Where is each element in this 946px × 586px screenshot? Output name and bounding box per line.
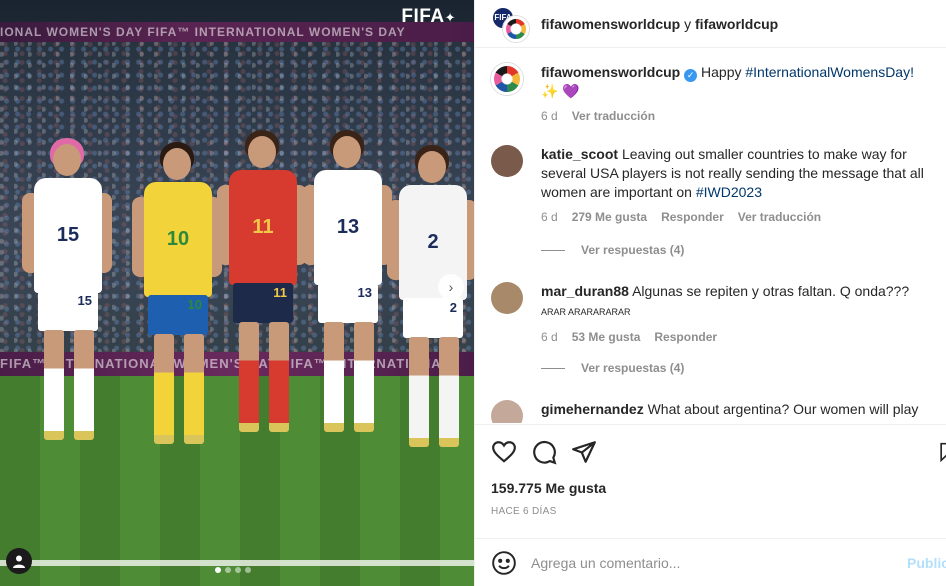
comment-username[interactable]: gimehernandez (541, 401, 644, 417)
tagged-users-button[interactable] (6, 548, 32, 574)
translate-link[interactable]: Ver traducción (738, 210, 821, 224)
reply-button[interactable]: Responder (654, 330, 717, 344)
account-link-2[interactable]: fifaworldcup (695, 16, 778, 32)
comment-likes[interactable]: 279 Me gusta (572, 210, 647, 224)
caption-emojis: ✨ 💜 (541, 83, 580, 99)
comment-input[interactable] (531, 554, 891, 571)
jersey-number: 15 (34, 178, 102, 293)
banner-bottom: FIFA™ INTERNATIONAL WOMEN'S DAY FIFA™ IN… (0, 352, 474, 376)
caption-prefix: Happy (701, 64, 742, 80)
jersey-number: 10 (144, 182, 212, 297)
caption-username[interactable]: fifawomensworldcup (541, 64, 680, 80)
wwc-avatar (503, 15, 529, 42)
publish-button[interactable]: Publicar (907, 555, 946, 571)
comment-username[interactable]: katie_scoot (541, 146, 618, 162)
replies-divider (541, 249, 565, 251)
account-link-1[interactable]: fifawomensworldcup (541, 16, 680, 32)
user-icon (13, 555, 25, 568)
post-header: FIFA fifawomensworldcup y fifaworldcup (475, 0, 946, 48)
jersey-number: 11 (229, 170, 297, 285)
collab-avatars[interactable]: FIFA (491, 5, 529, 42)
fifa-logo: FIFA✦ (401, 6, 456, 27)
comment-icon[interactable] (531, 439, 557, 465)
comment-meta: 6 d 279 Me gusta Responder Ver traducció… (541, 210, 931, 224)
view-replies-label: Ver respuestas (4) (581, 243, 685, 257)
action-bar (475, 424, 946, 470)
send-icon[interactable] (571, 439, 597, 465)
comment-text: gimehernandez What about argentina? Our … (541, 400, 918, 423)
comment-time: 6 d (541, 330, 558, 344)
view-replies-button[interactable]: Ver respuestas (4) (541, 361, 684, 375)
caption-meta: 6 d Ver traducción (541, 109, 931, 123)
pitch (0, 376, 474, 586)
comment-item: mar_duran88 Algunas se repiten y otras f… (491, 282, 931, 344)
comment-composer: Publicar (475, 538, 946, 586)
pitch-line (0, 560, 474, 566)
header-accounts: fifawomensworldcup y fifaworldcup (541, 16, 778, 32)
comment-body: Algunas se repiten y otras faltan. Q ond… (632, 283, 910, 299)
shorts-number: 10 (148, 295, 208, 335)
carousel-dot (215, 567, 221, 573)
carousel-indicator (215, 567, 251, 573)
caption-avatar[interactable] (491, 63, 523, 95)
caption-translate-link[interactable]: Ver traducción (572, 109, 655, 123)
caption: fifawomensworldcup ✓ Happy #Internationa… (491, 63, 931, 123)
joiner-text: y (684, 15, 692, 32)
replies-divider (541, 367, 565, 369)
jersey-number: 13 (314, 170, 382, 285)
comment-meta: 6 d 53 Me gusta Responder (541, 330, 931, 344)
comment-username[interactable]: mar_duran88 (541, 283, 629, 299)
view-replies-button[interactable]: Ver respuestas (4) (541, 243, 684, 257)
posted-time: HACE 6 DÍAS (491, 506, 557, 517)
shorts-number: 11 (233, 283, 293, 323)
view-replies-label: Ver respuestas (4) (581, 361, 685, 375)
reply-button[interactable]: Responder (661, 210, 724, 224)
comment-small-text: ARAR ARARARARAR (541, 307, 631, 317)
commenter-avatar[interactable] (491, 282, 523, 314)
comment-item: katie_scoot Leaving out smaller countrie… (491, 145, 931, 224)
carousel-dot (245, 567, 251, 573)
post-panel: FIFA fifawomensworldcup y fifaworldcup f… (474, 0, 946, 586)
shorts-number: 13 (318, 283, 378, 323)
carousel-dot (235, 567, 241, 573)
shorts-number: 2 (403, 298, 463, 338)
verified-badge-icon: ✓ (684, 69, 698, 82)
shorts-number: 15 (38, 291, 98, 331)
comment-body: What about argentina? Our women will pla… (647, 401, 919, 417)
comment-time: 6 d (541, 210, 558, 224)
comment-item: gimehernandez What about argentina? Our … (491, 400, 931, 423)
caption-hashtag[interactable]: #InternationalWomensDay! (745, 64, 914, 80)
chevron-right-icon: › (448, 279, 454, 295)
commenter-avatar[interactable] (491, 400, 523, 423)
comments-list[interactable]: fifawomensworldcup ✓ Happy #Internationa… (475, 49, 946, 423)
caption-text: fifawomensworldcup ✓ Happy #Internationa… (541, 63, 931, 101)
comment-text: mar_duran88 Algunas se repiten y otras f… (541, 282, 931, 322)
caption-time: 6 d (541, 109, 558, 123)
comment-likes[interactable]: 53 Me gusta (572, 330, 641, 344)
post-viewer: IONAL WOMEN'S DAY FIFA™ INTERNATIONAL WO… (0, 0, 946, 586)
heart-icon[interactable] (491, 439, 517, 465)
next-image-button[interactable]: › (438, 274, 464, 300)
post-image[interactable]: IONAL WOMEN'S DAY FIFA™ INTERNATIONAL WO… (0, 0, 474, 586)
comment-hashtag[interactable]: #IWD2023 (696, 184, 762, 200)
bookmark-icon[interactable] (937, 439, 946, 465)
comment-text: katie_scoot Leaving out smaller countrie… (541, 145, 931, 202)
carousel-dot (225, 567, 231, 573)
emoji-icon[interactable] (491, 550, 517, 576)
commenter-avatar[interactable] (491, 145, 523, 177)
likes-count[interactable]: 159.775 Me gusta (491, 480, 606, 496)
